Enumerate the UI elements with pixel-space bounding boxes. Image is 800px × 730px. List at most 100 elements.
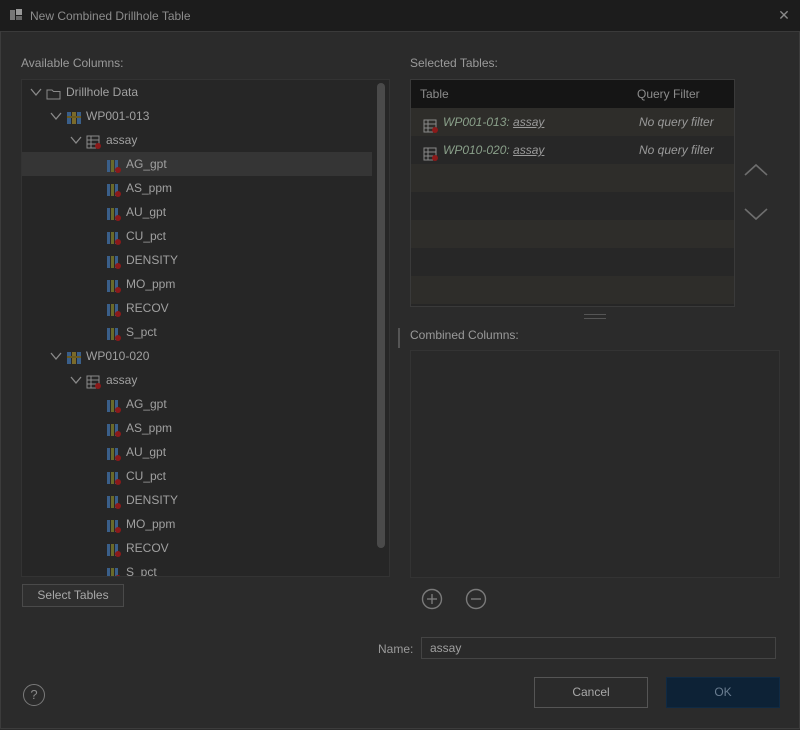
- window-title: New Combined Drillhole Table: [30, 9, 191, 23]
- tree-item[interactable]: S_pct: [22, 320, 372, 344]
- tree-item-label: assay: [106, 133, 138, 147]
- chevron-down-icon[interactable]: [70, 374, 82, 386]
- table-cell-filter: No query filter: [639, 143, 714, 157]
- table-cell-name: WP001-013: assay: [443, 108, 544, 136]
- tree-scrollbar-thumb[interactable]: [377, 83, 385, 548]
- column-icon: [106, 421, 121, 437]
- column-icon: [106, 445, 121, 461]
- available-columns-label: Available Columns:: [21, 56, 124, 70]
- table-row[interactable]: [411, 164, 734, 192]
- tree-item[interactable]: MO_ppm: [22, 272, 372, 296]
- chevron-down-icon[interactable]: [743, 206, 769, 222]
- plus-circle-icon[interactable]: [421, 588, 443, 610]
- column-icon: [106, 253, 121, 269]
- cancel-button[interactable]: Cancel: [534, 677, 648, 708]
- name-input[interactable]: [421, 637, 776, 659]
- tree-item-label: S_pct: [126, 325, 157, 339]
- column-icon: [106, 325, 121, 341]
- tree-item-label: AG_gpt: [126, 157, 167, 171]
- table-row[interactable]: WP010-020: assay No query filter: [411, 136, 734, 164]
- table-cell-filter: No query filter: [639, 115, 714, 129]
- column-icon: [106, 517, 121, 533]
- tree-item[interactable]: RECOV: [22, 296, 372, 320]
- chevron-down-icon[interactable]: [30, 86, 42, 98]
- tree-item-label: DENSITY: [126, 493, 179, 507]
- tree-item-label: AS_ppm: [126, 421, 173, 435]
- tree-item-label: WP010-020: [86, 349, 150, 363]
- chevron-down-icon[interactable]: [50, 350, 62, 362]
- table-row[interactable]: [411, 276, 734, 304]
- column-icon: [106, 277, 121, 293]
- tree-item[interactable]: WP010-020: [22, 344, 372, 368]
- chevron-up-icon[interactable]: [743, 162, 769, 178]
- column-icon: [106, 565, 121, 576]
- tree-item[interactable]: Drillhole Data: [22, 80, 372, 104]
- table-icon: [86, 133, 101, 149]
- splitter-handle[interactable]: [584, 314, 606, 319]
- tree-item-label: RECOV: [126, 541, 169, 555]
- tree-item[interactable]: assay: [22, 128, 372, 152]
- tree-item[interactable]: AU_gpt: [22, 440, 372, 464]
- column-icon: [106, 229, 121, 245]
- tree-item-label: MO_ppm: [126, 517, 176, 531]
- tree-item-label: CU_pct: [126, 469, 167, 483]
- minus-circle-icon[interactable]: [465, 588, 487, 610]
- tree-item[interactable]: DENSITY: [22, 248, 372, 272]
- tree-item-label: AU_gpt: [126, 445, 167, 459]
- table-cell-table: assay: [513, 115, 545, 129]
- tree-item-label: DENSITY: [126, 253, 179, 267]
- app-icon: [10, 9, 22, 20]
- tree-item[interactable]: MO_ppm: [22, 512, 372, 536]
- drillhole-set-icon: [66, 109, 81, 124]
- tree-item-label: assay: [106, 373, 138, 387]
- column-icon: [106, 301, 121, 317]
- table-cell-name: WP010-020: assay: [443, 136, 544, 164]
- tree-item[interactable]: DENSITY: [22, 488, 372, 512]
- table-row[interactable]: [411, 248, 734, 276]
- help-icon[interactable]: ?: [23, 684, 45, 706]
- column-icon: [106, 397, 121, 413]
- column-icon: [106, 181, 121, 197]
- table-cell-set: WP010-020: [443, 143, 507, 157]
- tree-item[interactable]: assay: [22, 368, 372, 392]
- tree-item[interactable]: CU_pct: [22, 464, 372, 488]
- table-row[interactable]: WP001-013: assay No query filter: [411, 108, 734, 136]
- table-icon: [423, 115, 439, 133]
- combined-columns-label: Combined Columns:: [410, 328, 519, 342]
- panel-divider: [398, 328, 400, 348]
- column-header-query-filter[interactable]: Query Filter: [629, 80, 734, 108]
- column-icon: [106, 157, 121, 173]
- available-columns-tree[interactable]: Drillhole Data WP001-013 assay AG_gpt AS_ppm…: [21, 79, 390, 577]
- tree-item[interactable]: AS_ppm: [22, 176, 372, 200]
- tree-item-label: CU_pct: [126, 229, 167, 243]
- combined-columns-list[interactable]: [410, 350, 780, 578]
- table-row[interactable]: [411, 192, 734, 220]
- select-tables-button[interactable]: Select Tables: [22, 584, 124, 607]
- tree-item-label: AG_gpt: [126, 397, 167, 411]
- close-icon[interactable]: ✕: [776, 7, 792, 23]
- tree-item[interactable]: WP001-013: [22, 104, 372, 128]
- tree-item-label: MO_ppm: [126, 277, 176, 291]
- column-icon: [106, 205, 121, 221]
- column-header-table[interactable]: Table: [411, 80, 638, 108]
- table-row[interactable]: [411, 220, 734, 248]
- ok-button[interactable]: OK: [666, 677, 780, 708]
- tree-item-label: AU_gpt: [126, 205, 167, 219]
- chevron-down-icon[interactable]: [50, 110, 62, 122]
- tree-item[interactable]: RECOV: [22, 536, 372, 560]
- drillhole-set-icon: [66, 349, 81, 364]
- column-icon: [106, 493, 121, 509]
- tree-item-label: RECOV: [126, 301, 169, 315]
- tree-item[interactable]: CU_pct: [22, 224, 372, 248]
- table-cell-table: assay: [513, 143, 545, 157]
- folder-icon: [46, 85, 61, 100]
- chevron-down-icon[interactable]: [70, 134, 82, 146]
- tree-item[interactable]: S_pct: [22, 560, 372, 576]
- selected-tables-table[interactable]: Table Query Filter WP001-013: assay No qu…: [410, 79, 735, 307]
- tree-item[interactable]: AG_gpt: [22, 392, 372, 416]
- selected-tables-label: Selected Tables:: [410, 56, 498, 70]
- tree-item[interactable]: AG_gpt: [22, 152, 372, 176]
- tree-item[interactable]: AS_ppm: [22, 416, 372, 440]
- tree-item[interactable]: AU_gpt: [22, 200, 372, 224]
- table-icon: [423, 143, 439, 161]
